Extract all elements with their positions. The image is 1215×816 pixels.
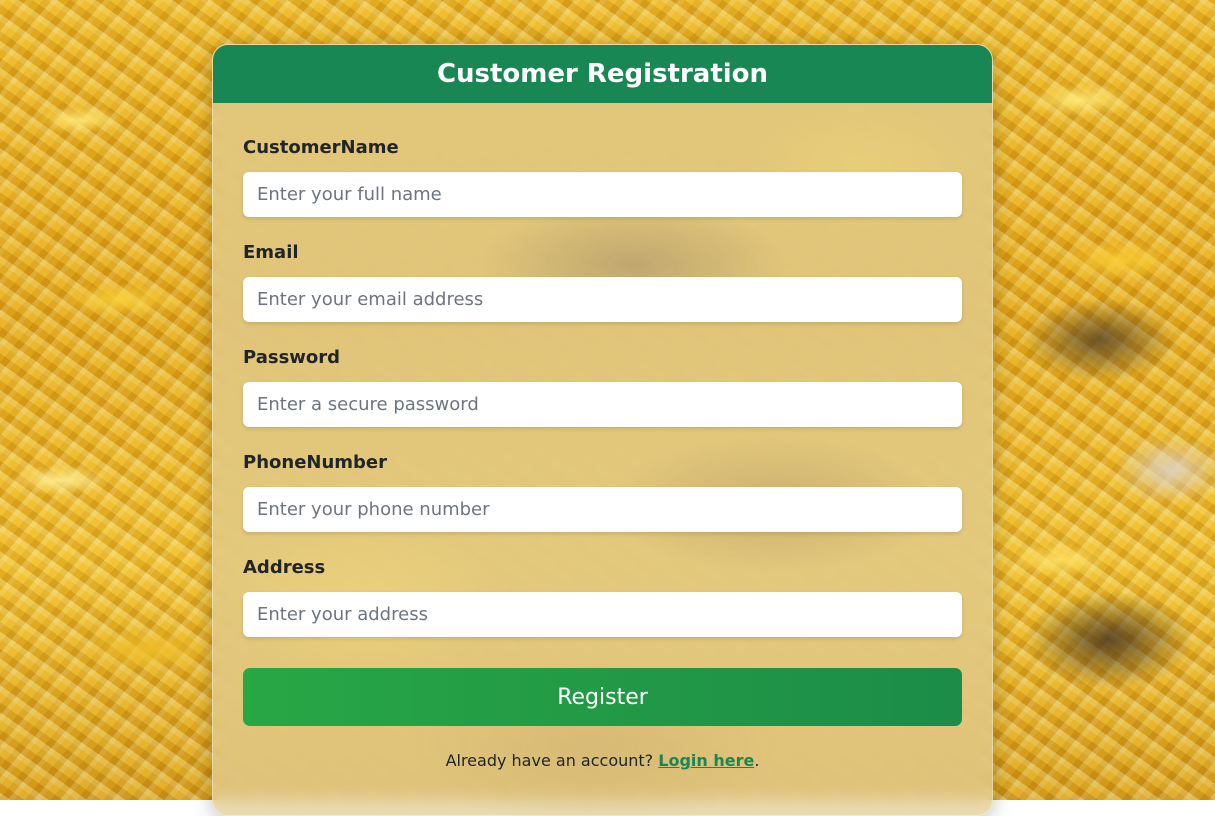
customer-name-input[interactable] [243,172,962,217]
registration-card: Customer Registration CustomerName Email… [212,44,993,816]
page-title: Customer Registration [436,59,769,89]
email-label: Email [243,242,299,263]
password-label: Password [243,347,341,368]
password-input[interactable] [243,382,962,427]
register-button[interactable]: Register [243,668,962,726]
email-input[interactable] [243,277,962,322]
login-prompt: Already have an account? Login here. [243,751,962,770]
login-prompt-period: . [754,751,760,770]
customer-name-label: CustomerName [243,137,399,158]
login-link[interactable]: Login here [658,751,754,770]
address-label: Address [243,557,326,578]
phone-number-label: PhoneNumber [243,452,387,473]
card-header: Customer Registration [213,45,992,103]
phone-number-input[interactable] [243,487,962,532]
login-prompt-text: Already have an account? [445,751,654,770]
address-input[interactable] [243,592,962,637]
